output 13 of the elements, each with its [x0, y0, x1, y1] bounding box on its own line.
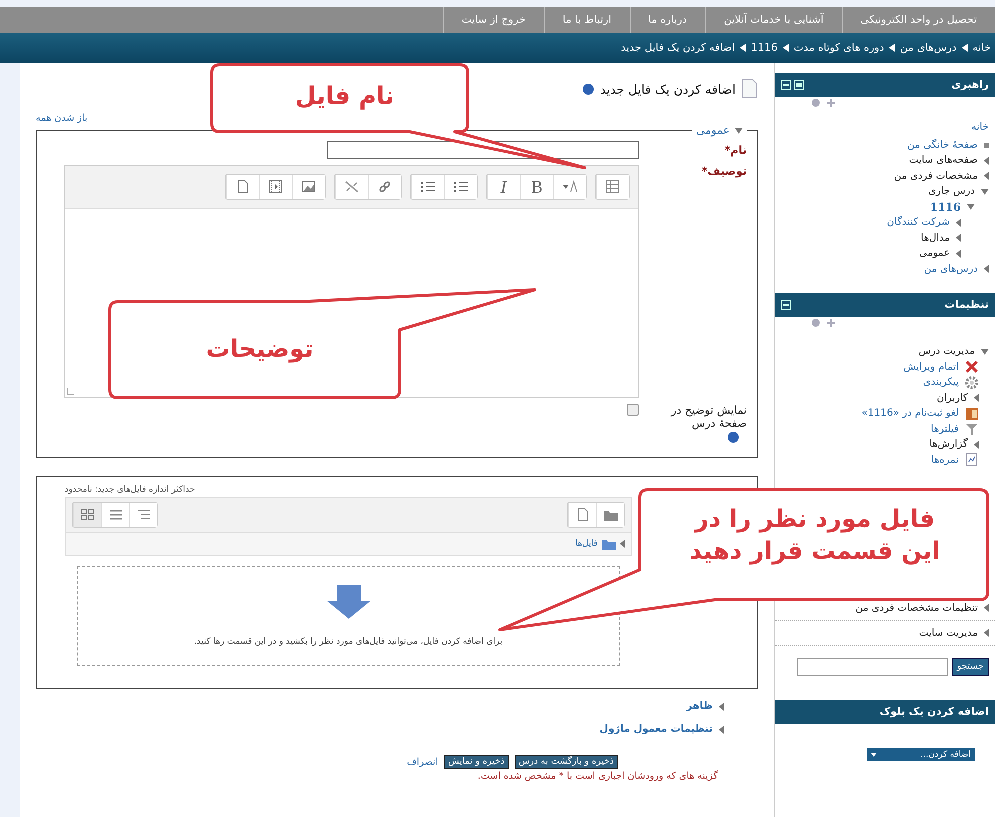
block-title: اضافه کردن یک بلوک	[880, 706, 989, 718]
callout-text: توضیحات	[205, 334, 315, 365]
callout-text: فایل مورد نظر را در این قسمت قرار دهید	[688, 504, 942, 568]
drop-hint: برای اضافه کردن فایل، می‌توانید فایل‌های مورد نظر را بکشید و در این قسمت رها کنید.	[194, 637, 503, 647]
callout-text: نام فایل	[294, 81, 396, 112]
block-title: راهبری	[952, 79, 989, 91]
field-label: نام*	[724, 144, 747, 156]
max-size-note: حداکثر اندازه فایل‌های جدید: نامحدود	[65, 485, 196, 495]
required-note: گزینه های که ورودشان اجباری است با * مشخص شده است.	[476, 771, 719, 782]
field-label: توصیف*	[701, 165, 747, 178]
page-title: اضافه کردن یک فایل جدید	[600, 82, 736, 96]
checkbox-label: نمایش توضیح در صفحهٔ درس	[670, 404, 747, 430]
block-title: تنظیمات	[944, 299, 989, 311]
